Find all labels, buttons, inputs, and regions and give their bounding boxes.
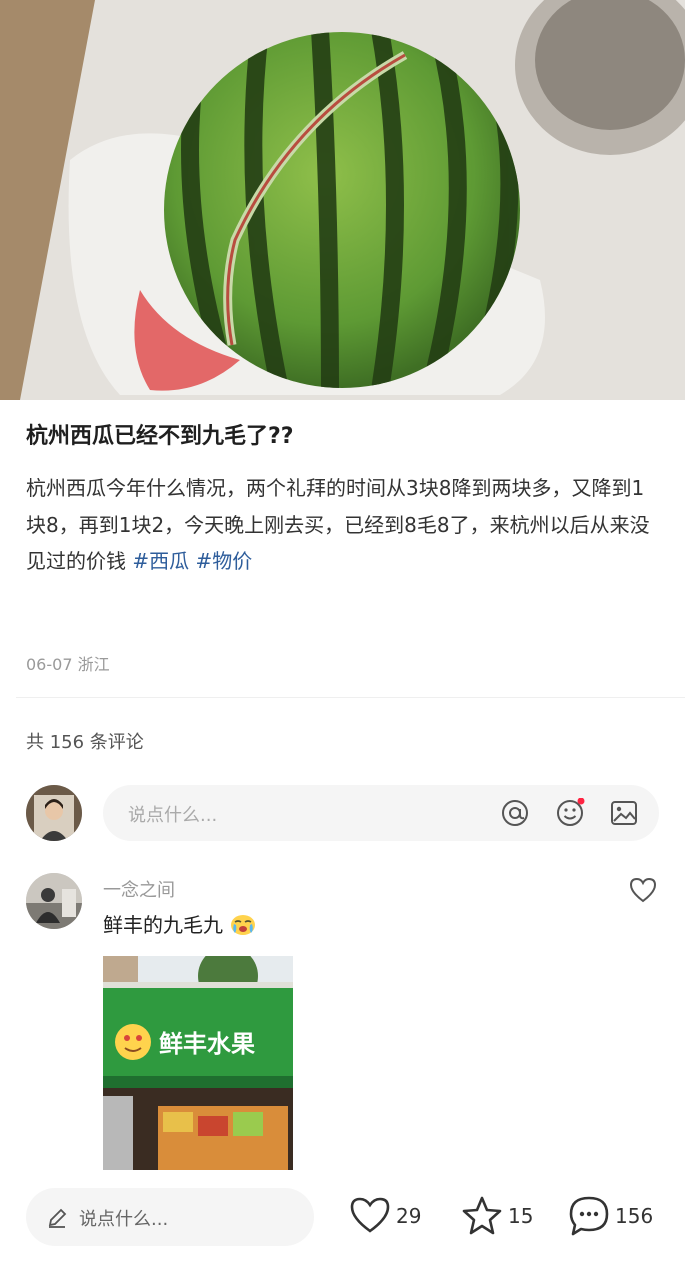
bottom-comment-input[interactable]: 说点什么... xyxy=(26,1188,314,1246)
avatar-image xyxy=(26,873,82,929)
divider xyxy=(16,697,685,698)
post-image[interactable] xyxy=(0,0,685,400)
watermelon-photo xyxy=(0,0,685,400)
emoji-icon[interactable] xyxy=(555,798,585,828)
post-date: 06-07 xyxy=(26,655,73,674)
post-meta: 06-07 浙江 xyxy=(26,651,110,675)
comment-input[interactable]: 说点什么... xyxy=(103,785,659,841)
my-avatar[interactable] xyxy=(26,785,82,841)
at-icon[interactable] xyxy=(500,798,530,828)
bottom-bar: 说点什么... 29 15 156 xyxy=(0,1170,685,1277)
bottom-input-placeholder: 说点什么... xyxy=(79,1209,169,1230)
fruit-store-photo: 鲜丰水果 xyxy=(103,956,293,1170)
reply-image[interactable]: 鲜丰水果 xyxy=(103,956,293,1170)
image-icon[interactable] xyxy=(609,798,639,828)
reply-author-avatar[interactable] xyxy=(26,873,82,929)
like-count: 29 xyxy=(396,1204,422,1228)
tag-watermelon[interactable]: #西瓜 xyxy=(132,549,189,573)
reply-author-name[interactable]: 一念之间 xyxy=(103,876,175,902)
reply-text-body: 鲜丰的九毛九 xyxy=(103,913,223,937)
pencil-icon xyxy=(48,1208,67,1228)
star-icon xyxy=(462,1196,502,1235)
tag-prices[interactable]: #物价 xyxy=(195,549,252,573)
comment-count-bottom: 156 xyxy=(615,1204,654,1228)
heart-icon xyxy=(350,1197,390,1233)
comment-input-placeholder: 说点什么... xyxy=(128,805,218,826)
comment-bubble-icon xyxy=(569,1196,609,1236)
avatar-image xyxy=(26,785,82,841)
post-location: 浙江 xyxy=(77,655,110,674)
reply-like-icon[interactable] xyxy=(628,876,658,904)
post-title: 杭州西瓜已经不到九毛了?? xyxy=(26,424,294,449)
comment-count: 共 156 条评论 xyxy=(26,732,144,753)
reply-text: 鲜丰的九毛九 xyxy=(103,909,257,938)
store-sign-text: 鲜丰水果 xyxy=(159,1030,255,1058)
post-body-text: 杭州西瓜今年什么情况，两个礼拜的时间从3块8降到两块多，又降到1块8，再到1块2… xyxy=(26,476,650,573)
post-body: 杭州西瓜今年什么情况，两个礼拜的时间从3块8降到两块多，又降到1块8，再到1块2… xyxy=(26,470,661,580)
crying-face-emoji xyxy=(231,915,256,935)
favorite-count: 15 xyxy=(508,1204,534,1228)
